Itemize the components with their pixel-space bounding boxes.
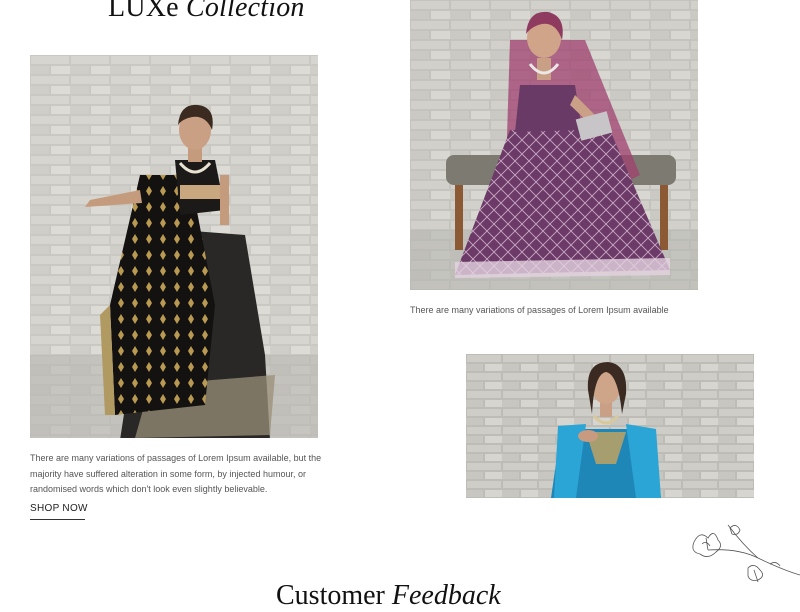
product-caption-purple-lehenga: There are many variations of passages of…: [410, 305, 669, 315]
feedback-title-accent: Feedback: [391, 580, 501, 611]
product-image-black-lehenga[interactable]: [30, 55, 318, 438]
turquoise-lehenga-photo: [466, 354, 754, 498]
collection-title-accent: Collection: [185, 0, 305, 23]
purple-lehenga-photo: [410, 0, 698, 290]
black-lehenga-photo: [30, 55, 318, 438]
product-image-purple-lehenga[interactable]: [410, 0, 698, 290]
feedback-title-main: Customer: [276, 580, 385, 611]
collection-title: LUXe Collection: [108, 0, 305, 24]
feedback-title: Customer Feedback: [276, 580, 501, 612]
collection-title-main: LUXe: [108, 0, 179, 23]
product-image-turquoise-lehenga[interactable]: [466, 354, 754, 498]
flower-sketch-icon: [692, 524, 800, 583]
shop-now-link[interactable]: SHOP NOW: [30, 503, 87, 520]
product-caption-black-lehenga: There are many variations of passages of…: [30, 453, 322, 494]
